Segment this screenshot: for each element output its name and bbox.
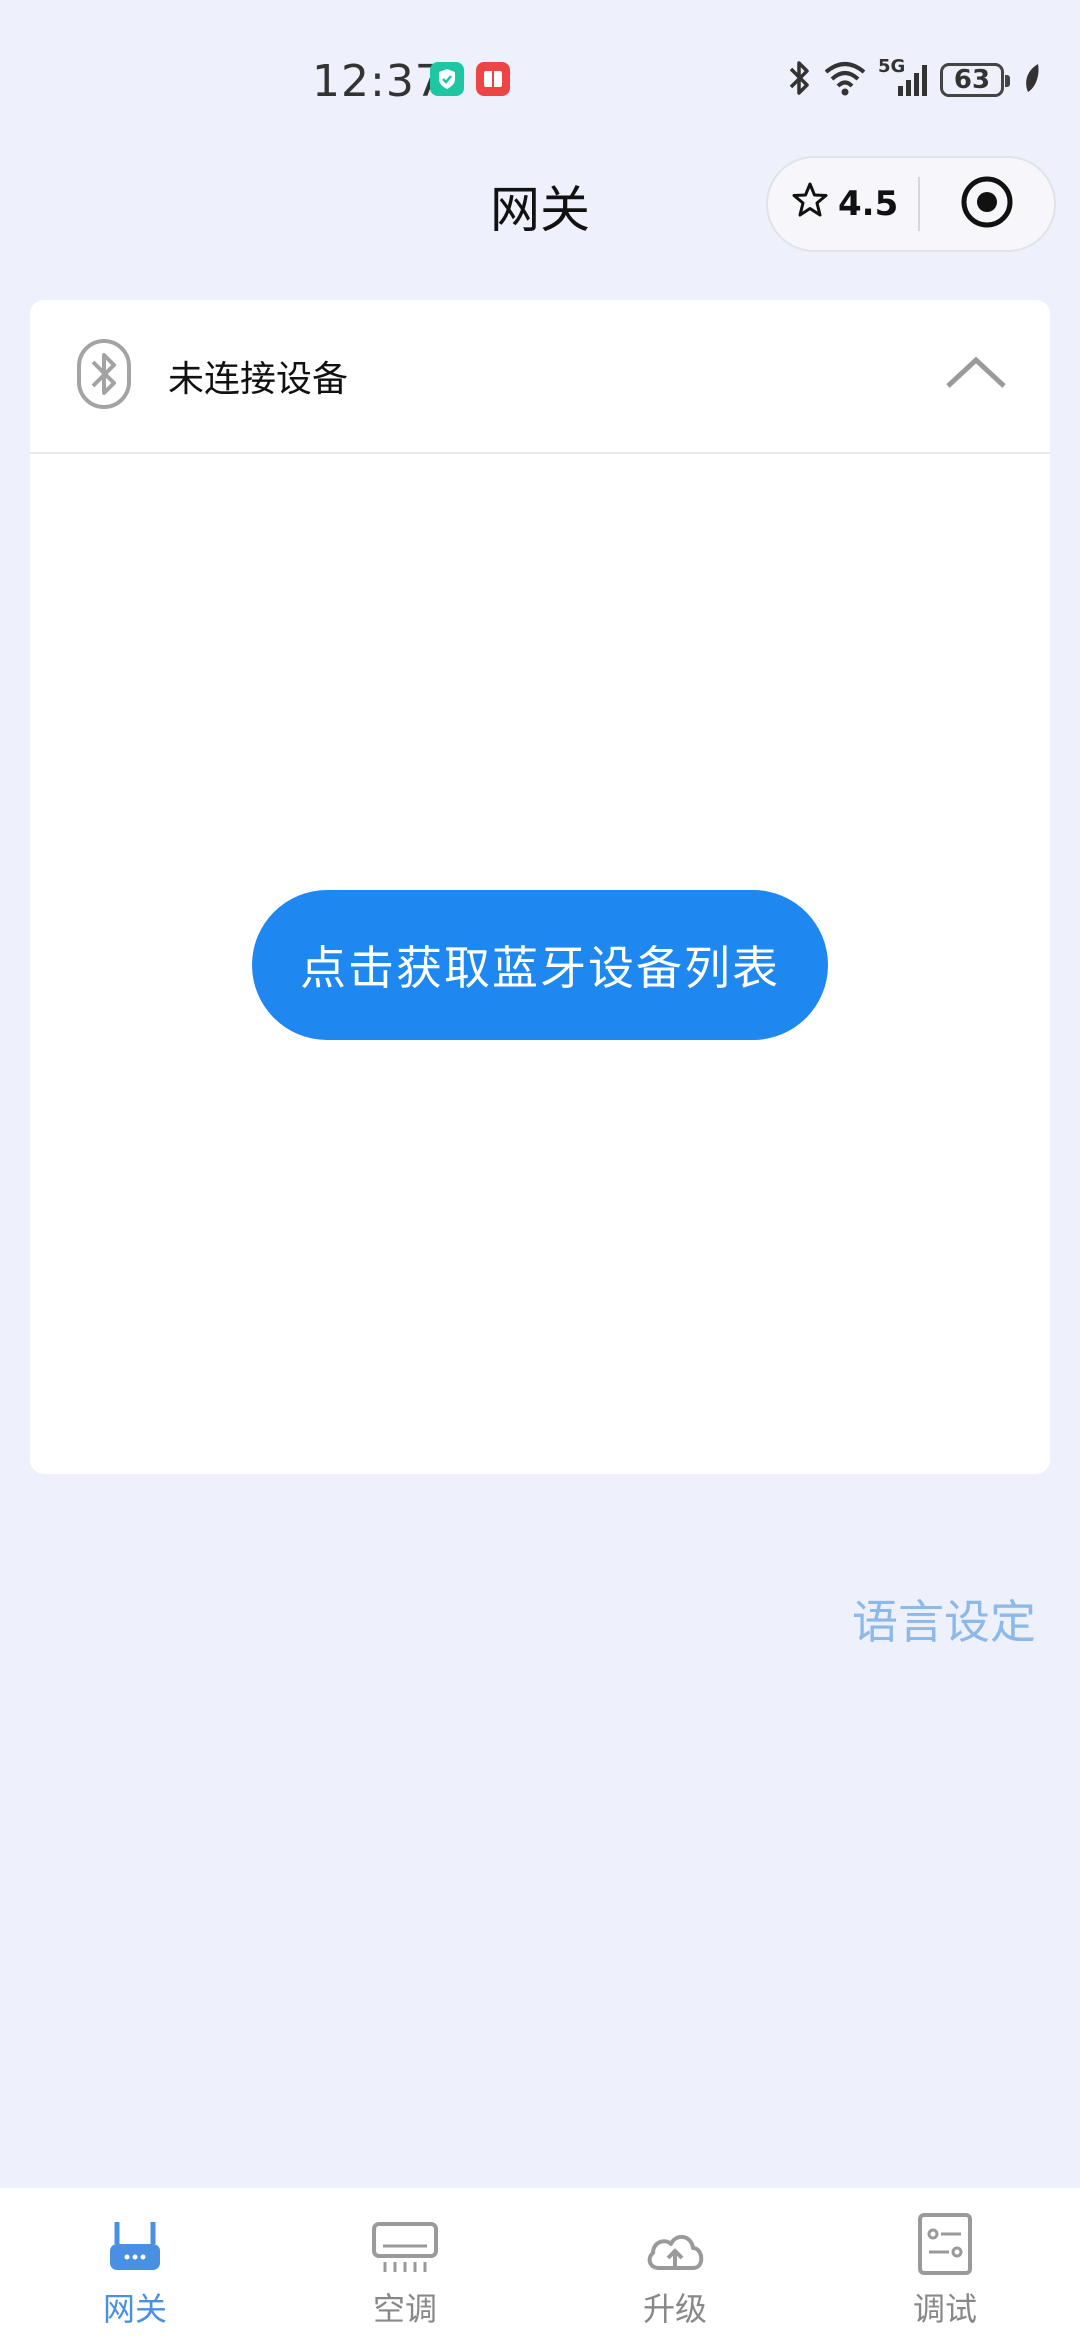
target-icon — [959, 174, 1015, 234]
status-bar: 12:37 5G 63 — [0, 0, 1080, 160]
air-conditioner-icon — [371, 2212, 439, 2276]
battery-icon: 63 — [940, 63, 1010, 97]
status-time: 12:37 — [312, 56, 444, 107]
close-mini-program-button[interactable] — [920, 174, 1054, 234]
chevron-up-icon[interactable] — [944, 352, 1008, 396]
device-card: 未连接设备 点击获取蓝牙设备列表 — [30, 300, 1050, 1474]
status-icons: 5G 63 — [786, 56, 1042, 104]
tab-label: 空调 — [372, 2290, 437, 2328]
shield-app-icon — [430, 62, 464, 96]
signal-icon: 5G — [878, 56, 930, 100]
star-icon — [790, 180, 830, 229]
tab-label: 调试 — [912, 2290, 977, 2328]
bluetooth-icon — [76, 338, 132, 414]
device-status-header[interactable]: 未连接设备 — [30, 300, 1050, 454]
app-screen: 12:37 5G 63 网关 4.5 未连接设备 点击获取蓝牙设备列表 语言设定… — [0, 0, 1080, 2340]
rating-value: 4.5 — [838, 184, 899, 224]
tab-label: 升级 — [642, 2290, 707, 2328]
battery-level: 63 — [953, 65, 991, 95]
language-settings-link[interactable]: 语言设定 — [852, 1586, 1036, 1652]
settings-list-icon — [917, 2212, 973, 2276]
tab-debug[interactable]: 调试 — [810, 2188, 1080, 2340]
tab-label: 网关 — [102, 2290, 167, 2328]
connection-status-label: 未连接设备 — [168, 359, 349, 400]
bluetooth-icon — [786, 58, 812, 102]
wifi-icon — [822, 58, 868, 102]
mini-program-capsule: 4.5 — [766, 156, 1056, 252]
cloud-upload-icon — [643, 2212, 707, 2276]
leaf-icon — [1022, 61, 1042, 99]
router-icon — [107, 2212, 163, 2276]
tab-gateway[interactable]: 网关 — [0, 2188, 270, 2340]
tab-upgrade[interactable]: 升级 — [540, 2188, 810, 2340]
tab-air-conditioner[interactable]: 空调 — [270, 2188, 540, 2340]
book-app-icon — [476, 62, 510, 96]
tab-bar: 网关 空调 升级 调试 — [0, 2188, 1080, 2340]
rating-button[interactable]: 4.5 — [768, 180, 918, 229]
get-bluetooth-devices-button[interactable]: 点击获取蓝牙设备列表 — [252, 890, 828, 1040]
